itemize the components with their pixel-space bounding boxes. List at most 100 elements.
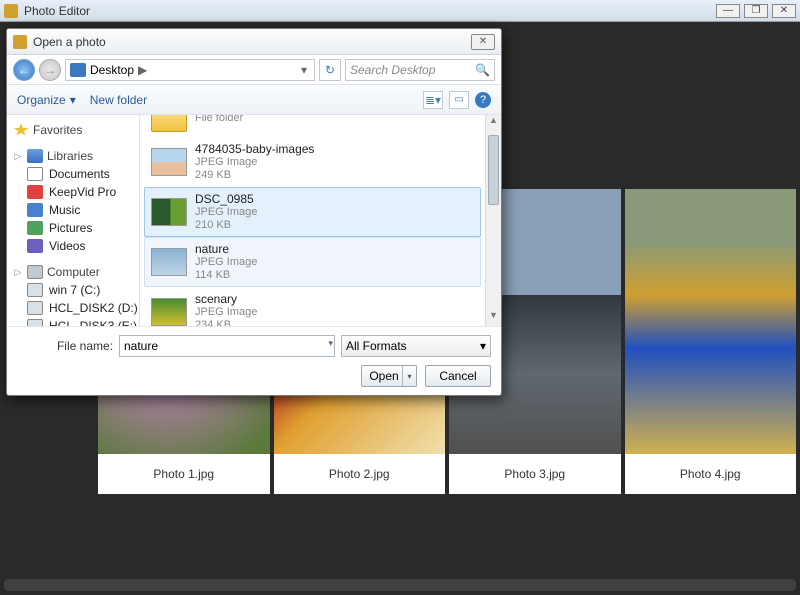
gallery-label: Photo 3.jpg: [449, 454, 621, 494]
breadcrumb-dropdown-icon[interactable]: ▾: [298, 63, 310, 77]
desktop-icon: [70, 63, 86, 77]
dialog-toolbar: Organize ▾ New folder ≣▾ ▭ ?: [7, 85, 501, 115]
sidebar-computer[interactable]: ▷ Computer: [11, 263, 135, 281]
open-label: Open: [369, 369, 398, 383]
file-scrollbar[interactable]: ▲ ▼: [485, 115, 501, 326]
pictures-icon: [27, 221, 43, 235]
format-label: All Formats: [346, 339, 407, 353]
search-icon: 🔍: [475, 63, 490, 77]
videos-icon: [27, 239, 43, 253]
nav-forward-button[interactable]: →: [39, 59, 61, 81]
filename-input[interactable]: [119, 335, 335, 357]
breadcrumb[interactable]: Desktop ▶ ▾: [65, 59, 315, 81]
chevron-down-icon: ▾: [480, 339, 486, 353]
file-type: JPEG Image: [195, 306, 257, 319]
preview-pane-button[interactable]: ▭: [449, 91, 469, 109]
sidebar-favorites[interactable]: Favorites: [11, 121, 135, 139]
organize-button[interactable]: Organize ▾: [17, 93, 76, 107]
file-size: 249 KB: [195, 169, 314, 182]
help-button[interactable]: ?: [475, 92, 491, 108]
drive-icon: [27, 283, 43, 297]
file-type: File folder: [195, 115, 243, 125]
open-split-button[interactable]: ▾: [402, 366, 416, 386]
cancel-button[interactable]: Cancel: [425, 365, 491, 387]
sidebar-label: HCL_DISK2 (D:): [49, 301, 138, 315]
sidebar-label: Favorites: [33, 123, 82, 137]
horizontal-scrollbar[interactable]: [4, 579, 796, 591]
sidebar-item-videos[interactable]: Videos: [11, 237, 135, 255]
sidebar-label: Documents: [49, 167, 110, 181]
computer-icon: [27, 265, 43, 279]
sidebar-label: Videos: [49, 239, 85, 253]
nav-back-button[interactable]: ←: [13, 59, 35, 81]
sidebar-item-music[interactable]: Music: [11, 201, 135, 219]
sidebar-label: Libraries: [47, 149, 93, 163]
app-logo-icon: [4, 4, 18, 18]
sidebar-label: KeepVid Pro: [49, 185, 116, 199]
file-row-folder[interactable]: File folder: [144, 115, 481, 137]
file-row[interactable]: scenary JPEG Image 234 KB: [144, 287, 481, 326]
organize-label: Organize: [17, 93, 66, 107]
star-icon: [13, 123, 29, 137]
music-icon: [27, 203, 43, 217]
file-row-selected[interactable]: DSC_0985 JPEG Image 210 KB: [144, 187, 481, 237]
sidebar-libraries[interactable]: ▷ Libraries: [11, 147, 135, 165]
scroll-down-icon[interactable]: ▼: [486, 310, 501, 326]
maximize-button[interactable]: ❐: [744, 4, 768, 18]
sidebar-item-keepvid[interactable]: KeepVid Pro: [11, 183, 135, 201]
image-thumb-icon: [151, 298, 187, 326]
sidebar-drive-d[interactable]: HCL_DISK2 (D:): [11, 299, 135, 317]
image-thumb-icon: [151, 248, 187, 276]
sidebar-label: Pictures: [49, 221, 92, 235]
refresh-button[interactable]: ↻: [319, 59, 341, 81]
sidebar-item-pictures[interactable]: Pictures: [11, 219, 135, 237]
dialog-close-button[interactable]: ✕: [471, 34, 495, 50]
sidebar-item-documents[interactable]: Documents: [11, 165, 135, 183]
sidebar-label: Music: [49, 203, 80, 217]
open-file-dialog: Open a photo ✕ ← → Desktop ▶ ▾ ↻ Search …: [6, 28, 502, 396]
file-name: 4784035-baby-images: [195, 142, 314, 156]
drive-icon: [27, 319, 43, 326]
file-list[interactable]: File folder 4784035-baby-images JPEG Ima…: [140, 115, 485, 326]
file-row[interactable]: nature JPEG Image 114 KB: [144, 237, 481, 287]
filename-label: File name:: [17, 339, 113, 353]
app-titlebar[interactable]: Photo Editor — ❐ ✕: [0, 0, 800, 22]
dialog-main: Favorites ▷ Libraries Documents KeepVid …: [7, 115, 501, 326]
dialog-logo-icon: [13, 35, 27, 49]
chevron-down-icon: ▾: [70, 93, 76, 107]
image-thumb-icon: [151, 148, 187, 176]
scroll-up-icon[interactable]: ▲: [486, 115, 501, 131]
close-button[interactable]: ✕: [772, 4, 796, 18]
dialog-titlebar[interactable]: Open a photo ✕: [7, 29, 501, 55]
documents-icon: [27, 167, 43, 181]
sidebar-label: HCL_DISK3 (E:): [49, 319, 137, 326]
file-list-area: File folder 4784035-baby-images JPEG Ima…: [139, 115, 501, 326]
filename-dropdown-icon[interactable]: ▾: [328, 338, 333, 349]
open-button[interactable]: Open ▾: [361, 365, 417, 387]
gallery-item[interactable]: Photo 4.jpg: [625, 189, 797, 494]
sidebar: Favorites ▷ Libraries Documents KeepVid …: [7, 115, 139, 326]
dialog-title: Open a photo: [33, 35, 471, 49]
scroll-thumb[interactable]: [488, 135, 499, 205]
search-placeholder: Search Desktop: [350, 63, 435, 77]
view-mode-button[interactable]: ≣▾: [423, 91, 443, 109]
file-name: nature: [195, 242, 257, 256]
file-size: 210 KB: [195, 219, 257, 232]
file-row[interactable]: 4784035-baby-images JPEG Image 249 KB: [144, 137, 481, 187]
expand-icon: ▷: [13, 151, 23, 162]
folder-icon: [151, 115, 187, 132]
sidebar-drive-e[interactable]: HCL_DISK3 (E:): [11, 317, 135, 326]
app-title: Photo Editor: [24, 4, 716, 18]
app-window: Photo Editor — ❐ ✕ Photo 1.jpg Photo 2.j…: [0, 0, 800, 595]
minimize-button[interactable]: —: [716, 4, 740, 18]
sidebar-drive-c[interactable]: win 7 (C:): [11, 281, 135, 299]
expand-icon: ▷: [13, 267, 23, 278]
sidebar-label: win 7 (C:): [49, 283, 100, 297]
image-thumb-icon: [151, 198, 187, 226]
keepvid-icon: [27, 185, 43, 199]
gallery-label: Photo 2.jpg: [274, 454, 446, 494]
sidebar-label: Computer: [47, 265, 100, 279]
search-input[interactable]: Search Desktop 🔍: [345, 59, 495, 81]
new-folder-button[interactable]: New folder: [90, 93, 147, 107]
format-select[interactable]: All Formats ▾: [341, 335, 491, 357]
